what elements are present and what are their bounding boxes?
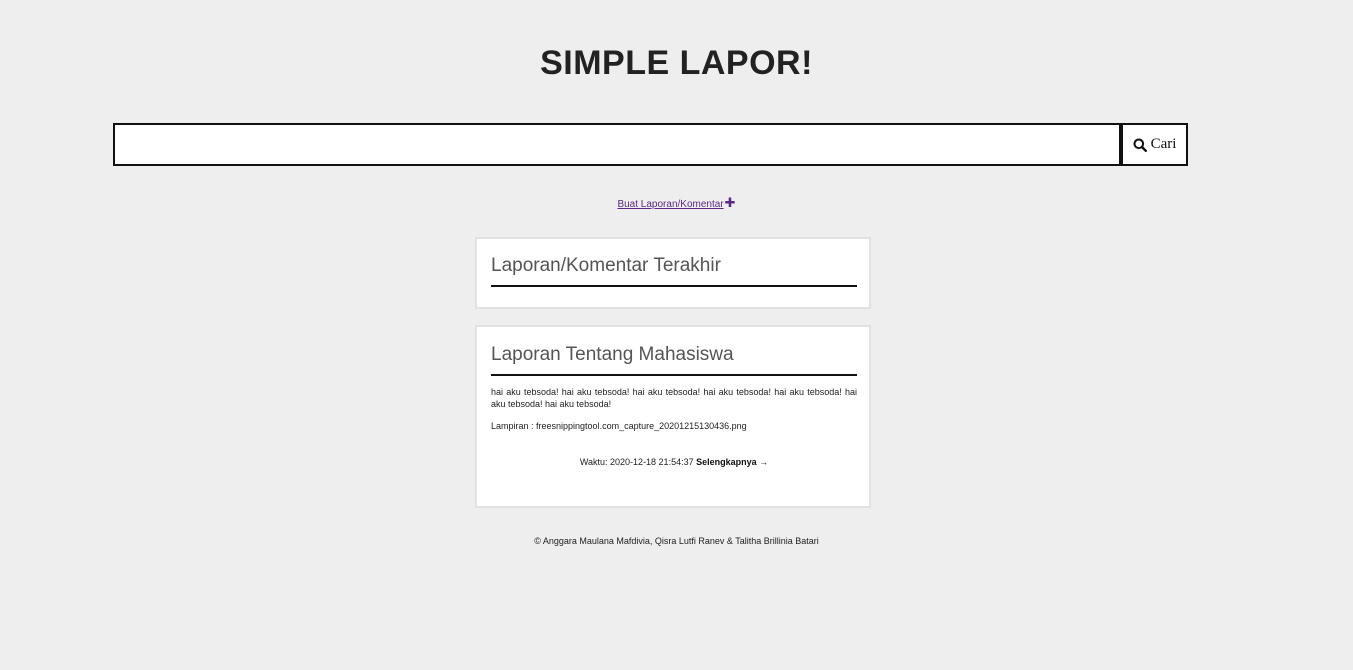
search-icon (1133, 138, 1147, 152)
footer: © Anggara Maulana Mafdivia, Qisra Lutfi … (0, 524, 1353, 670)
report-text: hai aku tebsoda! hai aku tebsoda! hai ak… (491, 387, 857, 409)
search-bar: Cari (113, 123, 1188, 166)
read-more-link[interactable]: Selengkapnya → (696, 457, 768, 467)
report-attachment: Lampiran : freesnippingtool.com_capture_… (491, 421, 747, 431)
search-input[interactable] (113, 123, 1121, 166)
search-button-label: Cari (1150, 136, 1177, 152)
create-report-link[interactable]: Buat Laporan/Komentar (617, 199, 723, 210)
latest-reports-card: Laporan/Komentar Terakhir (475, 237, 871, 309)
report-card: Laporan Tentang Mahasiswa hai aku tebsod… (475, 325, 871, 508)
create-report-row: Buat Laporan/Komentar✚ (0, 196, 1353, 210)
report-body: hai aku tebsoda! hai aku tebsoda! hai ak… (491, 386, 857, 468)
latest-reports-heading: Laporan/Komentar Terakhir (491, 255, 857, 287)
page: SIMPLE LAPOR! Cari Buat Laporan/Komentar… (0, 0, 1353, 670)
search-button[interactable]: Cari (1121, 123, 1188, 166)
report-meta: Waktu: 2020-12-18 21:54:37 Selengkapnya … (491, 456, 857, 468)
footer-credit: © Anggara Maulana Mafdivia, Qisra Lutfi … (534, 536, 819, 546)
plus-icon[interactable]: ✚ (725, 196, 736, 209)
report-heading: Laporan Tentang Mahasiswa (491, 344, 857, 376)
page-title: SIMPLE LAPOR! (540, 44, 813, 82)
report-time: Waktu: 2020-12-18 21:54:37 (579, 457, 694, 467)
